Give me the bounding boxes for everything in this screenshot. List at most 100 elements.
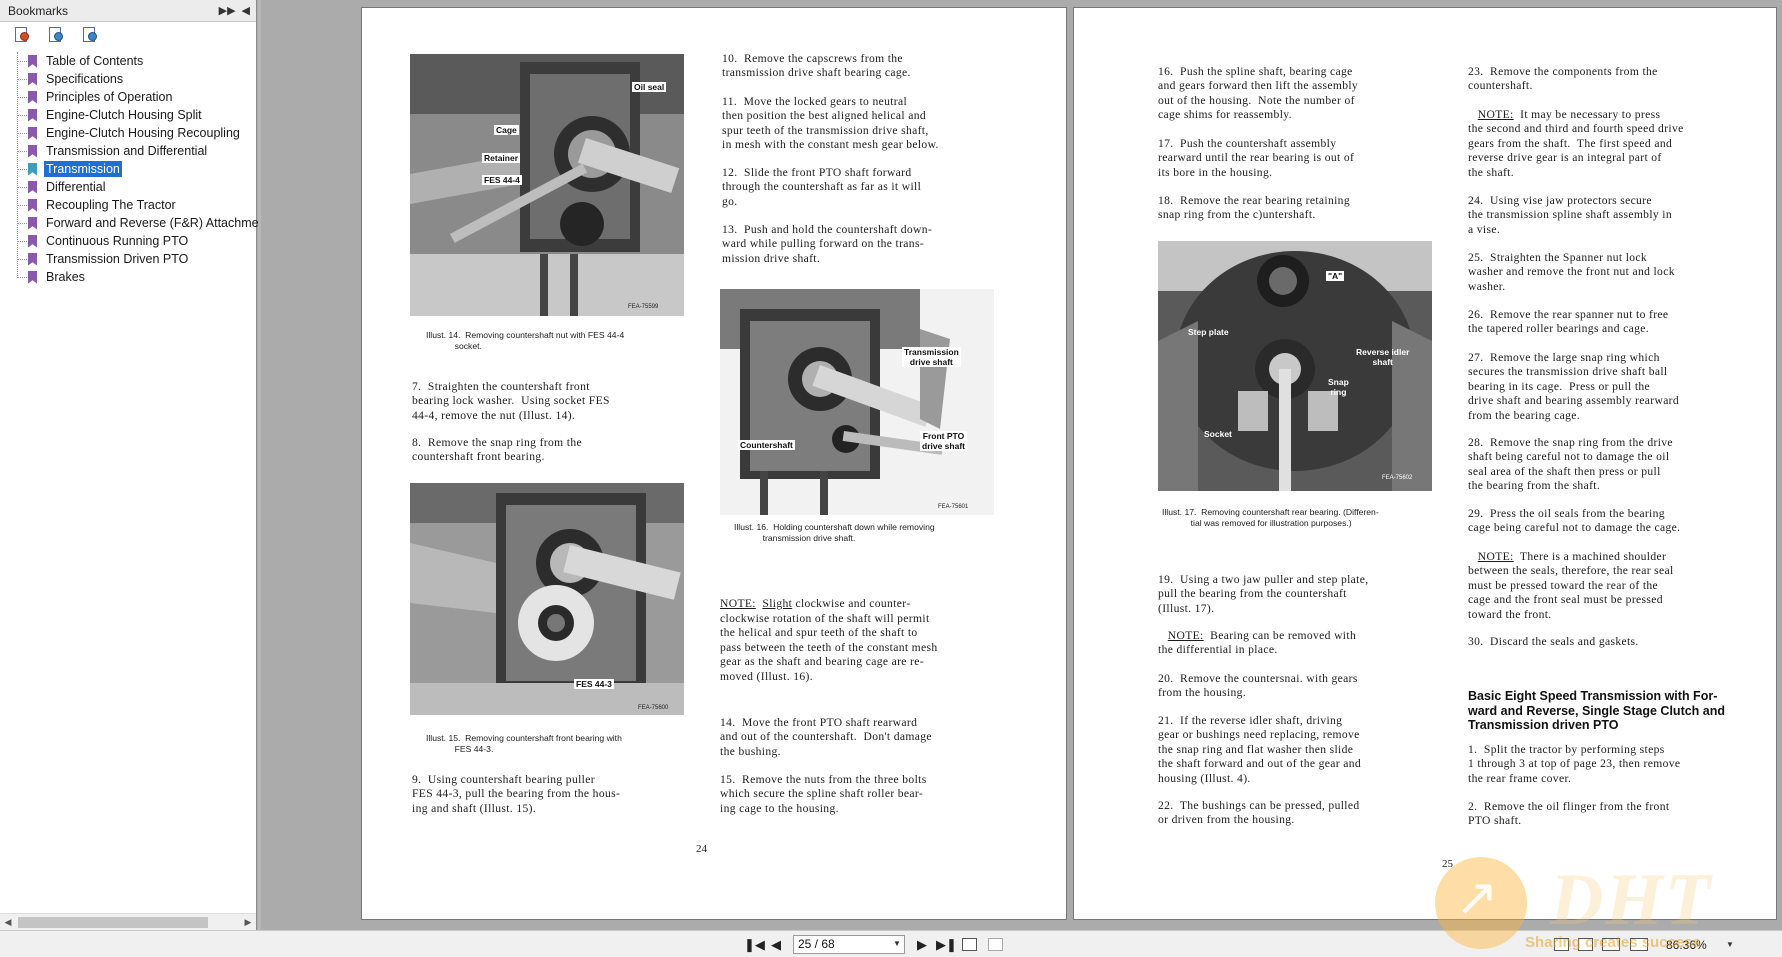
document-page-24: Oil seal Cage Retainer FES 44-4 FEA-7559…: [361, 7, 1067, 920]
bookmark-ribbon-icon: [28, 126, 37, 140]
bookmark-ribbon-icon: [28, 252, 37, 266]
note-label: NOTE:: [1477, 108, 1514, 121]
page-number-field[interactable]: 25 / 68: [793, 935, 905, 954]
label-transmission-drive-shaft: Transmission drive shaft: [902, 347, 961, 367]
bookmark-item[interactable]: Specifications: [0, 70, 256, 88]
scrollbar-thumb[interactable]: [18, 916, 208, 928]
note-label: NOTE:: [1167, 629, 1204, 642]
bookmark-item[interactable]: Continuous Running PTO: [0, 232, 256, 250]
note-bearing-removal: NOTE: Bearing can be removed with the di…: [1158, 629, 1356, 658]
photo-code: FEA-75602: [1382, 475, 1413, 481]
label-cage: Cage: [494, 125, 519, 135]
bookmark-item[interactable]: Recoupling The Tractor: [0, 196, 256, 214]
label-fes-44-3: FES 44-3: [574, 679, 614, 689]
step-basic-1: 1. Split the tractor by performing steps…: [1468, 743, 1681, 785]
label-socket: Socket: [1204, 429, 1232, 439]
illustration-16-caption: Illust. 16. Holding countershaft down wh…: [734, 522, 935, 543]
label-fes-44-4: FES 44-4: [482, 175, 522, 185]
note-slight-rotation: NOTE: Slight clockwise and counter-: [720, 597, 910, 611]
label-oil-seal: Oil seal: [632, 82, 667, 92]
first-page-icon[interactable]: ❚◀: [744, 937, 765, 953]
step-22: 22. The bushings can be pressed, pulled …: [1158, 799, 1360, 827]
illustration-15-photo: FES 44-3 FEA-75600: [410, 483, 684, 715]
next-page-icon[interactable]: ▶: [917, 937, 927, 953]
step-20: 20. Remove the countersnai. with gears f…: [1158, 672, 1358, 700]
bookmarks-horizontal-scrollbar[interactable]: ◀ ▶: [0, 913, 256, 930]
bookmark-ribbon-icon: [28, 162, 37, 176]
bookmark-item[interactable]: Transmission Driven PTO: [0, 250, 256, 268]
step-30: 30. Discard the seals and gaskets.: [1468, 635, 1639, 648]
bookmark-ribbon-icon: [28, 72, 37, 86]
step-7: 7. Straighten the countershaft front bea…: [412, 380, 610, 422]
step-12: 12. Slide the front PTO shaft forward th…: [722, 166, 922, 208]
find-bookmark-icon[interactable]: [82, 26, 100, 44]
step-24: 24. Using vise jaw protectors secure the…: [1468, 194, 1673, 236]
watermark-arrow-icon: ↗: [1455, 868, 1499, 928]
fit-width-icon[interactable]: [988, 938, 1003, 951]
bookmark-item[interactable]: Forward and Reverse (F&R) Attachme: [0, 214, 259, 232]
section-heading: Basic Eight Speed Transmission with For-…: [1468, 689, 1726, 732]
panel-splitter[interactable]: [258, 0, 261, 930]
note-press-gears: NOTE: It may be necessary to press the s…: [1468, 108, 1684, 180]
step-17: 17. Push the countershaft assembly rearw…: [1158, 137, 1355, 179]
page-dropdown-icon[interactable]: ▼: [893, 939, 901, 948]
bookmark-ribbon-icon: [28, 198, 37, 212]
fit-page-icon[interactable]: [962, 938, 977, 951]
note-machined-shoulder: NOTE: There is a machined shoulder betwe…: [1468, 550, 1674, 622]
step-basic-2: 2. Remove the oil flinger from the front…: [1468, 800, 1670, 828]
photo-code: FEA-75600: [638, 705, 669, 711]
bookmark-item[interactable]: Table of Contents: [0, 52, 256, 70]
bookmark-ribbon-icon: [28, 234, 37, 248]
label-reverse-idler-shaft: Reverse idler shaft: [1356, 347, 1410, 367]
bookmark-tree: Table of Contents Specifications Princip…: [0, 48, 259, 286]
note-rest: clockwise and counter-: [792, 597, 911, 610]
collapse-bookmark-icon[interactable]: [48, 26, 66, 44]
step-10: 10. Remove the capscrews from the transm…: [722, 52, 911, 80]
photo-code: FEA-75601: [938, 504, 969, 510]
bookmark-item[interactable]: Engine-Clutch Housing Recoupling: [0, 124, 256, 142]
step-26: 26. Remove the rear spanner nut to free …: [1468, 308, 1669, 336]
label-a: "A": [1326, 271, 1345, 281]
label-step-plate: Step plate: [1188, 327, 1229, 337]
label-retainer: Retainer: [482, 153, 521, 163]
bookmark-item[interactable]: Engine-Clutch Housing Split: [0, 106, 256, 124]
watermark-logo: DHT: [1550, 859, 1713, 941]
illustration-16-photo: Transmission drive shaft Countershaft Fr…: [720, 289, 994, 515]
collapse-panel-icon[interactable]: ◀: [242, 4, 250, 17]
bookmark-item-active[interactable]: Transmission: [0, 160, 256, 178]
step-19: 19. Using a two jaw puller and step plat…: [1158, 573, 1369, 615]
zoom-dropdown-icon[interactable]: ▼: [1726, 940, 1734, 949]
bookmark-ribbon-icon: [28, 90, 37, 104]
step-27: 27. Remove the large snap ring which sec…: [1468, 351, 1680, 422]
page-number: 24: [696, 843, 707, 855]
bookmark-ribbon-icon: [28, 216, 37, 230]
photo-code: FEA-75599: [628, 304, 659, 310]
bookmark-ribbon-icon: [28, 270, 37, 284]
note-label: NOTE:: [720, 597, 756, 610]
illustration-14-caption: Illust. 14. Removing countershaft nut wi…: [426, 330, 625, 351]
document-page-25: 16. Push the spline shaft, bearing cage …: [1073, 7, 1777, 920]
scroll-right-icon[interactable]: ▶: [240, 917, 256, 928]
bookmark-item[interactable]: Transmission and Differential: [0, 142, 256, 160]
expand-panel-icon[interactable]: ▶▶: [219, 4, 236, 17]
expand-bookmark-icon[interactable]: [14, 26, 32, 44]
bookmarks-header: Bookmarks ▶▶ ◀: [0, 0, 256, 22]
scroll-left-icon[interactable]: ◀: [0, 917, 16, 928]
label-countershaft: Countershaft: [738, 440, 795, 450]
bookmarks-title: Bookmarks: [8, 3, 69, 18]
bookmark-item[interactable]: Brakes: [0, 268, 256, 286]
note-body: clockwise rotation of the shaft will per…: [720, 612, 938, 683]
watermark-slogan: Sharing creates success: [1525, 934, 1701, 951]
step-14: 14. Move the front PTO shaft rearward an…: [720, 716, 932, 758]
illustration-17-caption: Illust. 17. Removing countershaft rear b…: [1162, 507, 1379, 528]
bookmark-ribbon-icon: [28, 180, 37, 194]
bookmark-item[interactable]: Principles of Operation: [0, 88, 256, 106]
step-8: 8. Remove the snap ring from the counter…: [412, 436, 582, 464]
previous-page-icon[interactable]: ◀: [771, 937, 781, 953]
step-23: 23. Remove the components from the count…: [1468, 65, 1658, 93]
last-page-icon[interactable]: ▶❚: [936, 937, 957, 953]
step-11: 11. Move the locked gears to neutral the…: [722, 95, 939, 152]
bookmarks-toolbar: [0, 22, 256, 48]
bookmark-item[interactable]: Differential: [0, 178, 256, 196]
bookmarks-panel: Bookmarks ▶▶ ◀ Table of Contents Specifi…: [0, 0, 259, 930]
